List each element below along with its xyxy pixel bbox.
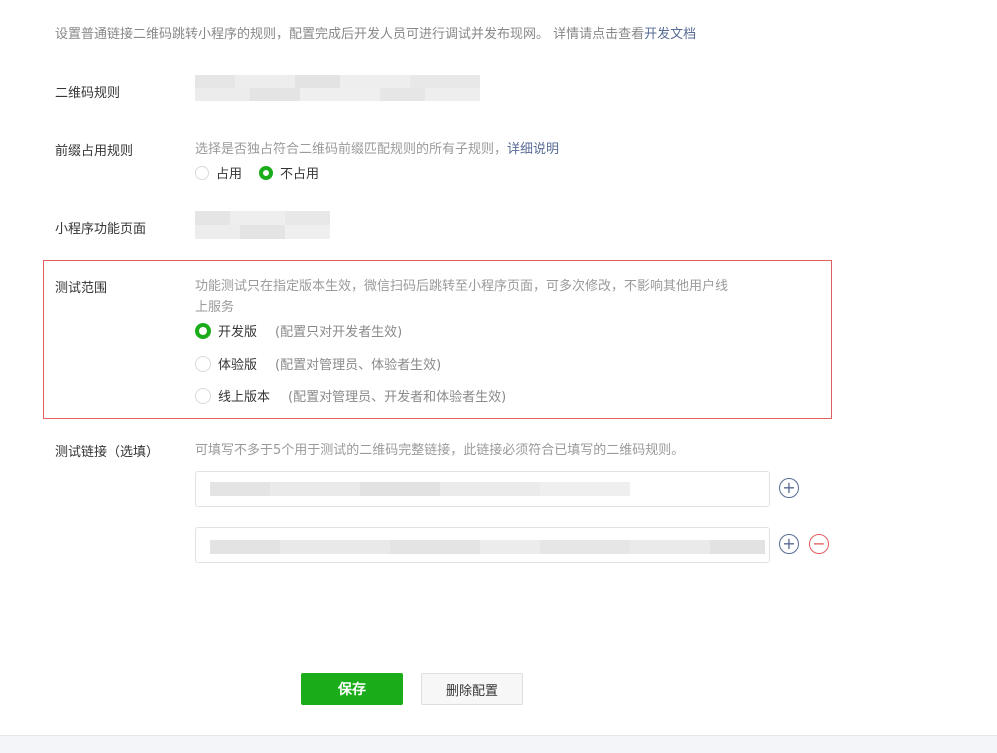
radio-dev-label: 开发版 (218, 325, 258, 340)
radio-not-occupy[interactable]: 不占用 (259, 163, 319, 182)
test-links-label: 测试链接（选填） (55, 445, 160, 460)
radio-not-occupy-label: 不占用 (280, 167, 320, 182)
prefix-hint-text: 选择是否独占符合二维码前缀匹配规则的所有子规则， (195, 142, 508, 157)
radio-online-version[interactable]: 线上版本 (配置对管理员、开发者和体验者生效) (195, 386, 506, 405)
developer-docs-link[interactable]: 开发文档 (644, 27, 696, 42)
radio-dev-note: (配置只对开发者生效) (275, 325, 403, 340)
radio-trial-label: 体验版 (218, 358, 258, 373)
plus-circle-icon: + (782, 478, 796, 497)
details-link[interactable]: 详细说明 (507, 142, 559, 157)
page-value-redacted-2 (195, 225, 330, 239)
page-label: 小程序功能页面 (55, 222, 147, 237)
test-scope-hint: 功能测试只在指定版本生效，微信扫码后跳转至小程序页面，可多次修改，不影响其他用户… (195, 279, 729, 294)
intro-text: 设置普通链接二维码跳转小程序的规则，配置完成后开发人员可进行调试并发布现网。 详… (55, 27, 645, 42)
remove-link-button[interactable]: − (809, 534, 829, 554)
radio-not-occupy-circle[interactable] (259, 165, 274, 180)
minus-circle-icon: − (812, 534, 826, 553)
radio-occupy[interactable]: 占用 (195, 163, 242, 182)
qr-rule-value-redacted-2 (195, 88, 480, 101)
test-links-hint: 可填写不多于5个用于测试的二维码完整链接，此链接必须符合已填写的二维码规则。 (195, 443, 685, 458)
test-link-1-redacted (210, 482, 630, 496)
prefix-radio-group: 占用 不占用 (195, 163, 319, 182)
save-button[interactable]: 保存 (301, 673, 403, 705)
radio-dev-version[interactable]: 开发版 (配置只对开发者生效) (195, 321, 402, 340)
test-link-2-redacted (210, 540, 765, 554)
test-link-input-2[interactable] (195, 527, 770, 563)
add-link-button[interactable]: + (779, 478, 799, 498)
test-scope-hint-2: 上服务 (195, 300, 235, 315)
footer-bar (0, 735, 997, 753)
test-scope-label: 测试范围 (55, 281, 108, 296)
radio-occupy-label: 占用 (216, 167, 243, 182)
prefix-rule-hint: 选择是否独占符合二维码前缀匹配规则的所有子规则，详细说明 (195, 140, 559, 160)
plus-circle-icon: + (782, 534, 796, 553)
radio-trial-version[interactable]: 体验版 (配置对管理员、体验者生效) (195, 354, 441, 373)
intro-description: 设置普通链接二维码跳转小程序的规则，配置完成后开发人员可进行调试并发布现网。 详… (55, 26, 696, 44)
test-link-input-1[interactable] (195, 471, 770, 507)
qr-rule-value-redacted (195, 75, 480, 88)
radio-trial-note: (配置对管理员、体验者生效) (275, 358, 442, 373)
radio-online-note: (配置对管理员、开发者和体验者生效) (288, 390, 507, 405)
radio-trial-circle[interactable] (195, 355, 211, 372)
radio-online-circle[interactable] (195, 387, 211, 404)
delete-config-button[interactable]: 删除配置 (421, 673, 523, 705)
qr-rule-label: 二维码规则 (55, 86, 121, 101)
add-link-button-2[interactable]: + (779, 534, 799, 554)
radio-online-label: 线上版本 (218, 390, 271, 405)
prefix-rule-label: 前缀占用规则 (55, 144, 134, 159)
page-value-redacted (195, 211, 330, 225)
radio-dev-circle[interactable] (195, 322, 211, 339)
radio-occupy-circle[interactable] (195, 165, 209, 180)
